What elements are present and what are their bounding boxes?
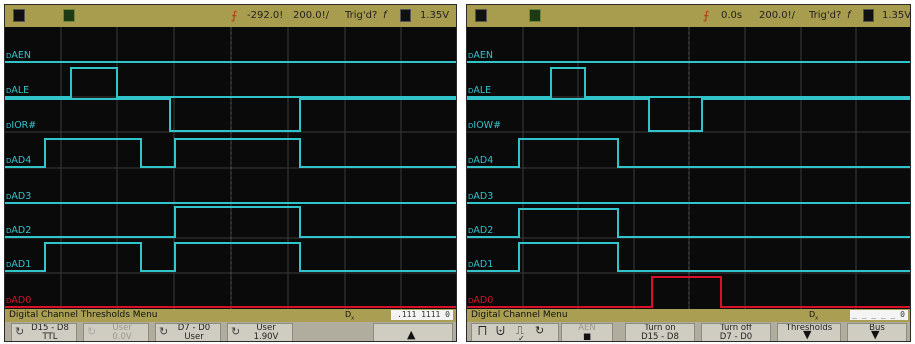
channel2-indicator[interactable] [63,9,75,22]
channel-label-ad3: AD3 [473,191,493,202]
turn-on-d15-d8-softkey[interactable]: Turn on D15 - D8 [625,323,695,341]
cycle-icon: ↻ [159,325,169,338]
thresholds-softkey[interactable]: Thresholds ▼ [777,323,841,341]
menu-title: Digital Channel Thresholds Menu [9,310,158,320]
down-arrow-icon: ▼ [803,328,812,341]
svg-text:DAD2: DAD2 [468,225,493,236]
trigger-slope-icon: f [383,10,387,21]
svg-text:DIOR#: DIOR# [6,120,36,131]
time-offset: -292.0! [247,10,284,21]
menu-bar: Digital Channel Menu Dx _ _ _ _ _ 0 [467,309,910,322]
trigger-status: Trig'd? [809,10,842,21]
timebase: 200.0!/ [293,10,330,21]
menu-bar: Digital Channel Thresholds Menu Dx .111 … [5,309,456,322]
svg-text:DALE: DALE [468,85,491,96]
svg-text:DAD2: DAD2 [6,225,31,236]
trigger-position-icon: ⨍ [231,9,238,22]
svg-text:DALE: DALE [6,85,29,96]
svg-text:DAD1: DAD1 [6,259,31,270]
channel2-indicator[interactable] [529,9,541,22]
falling-edge-icon: ⨅ [478,324,487,337]
channel-label-ad0: AD0 [11,295,31,306]
svg-text:DAEN: DAEN [6,50,31,61]
channel-label-ale: ALE [473,85,491,96]
trigger-slope-icon: f [847,10,851,21]
scope-screen-left: ⨍ -292.0! 200.0!/ Trig'd? f 1.35V DAEN D… [4,4,457,342]
channel-label-ad3: AD3 [11,191,31,202]
threshold-d15-d8-softkey[interactable]: ↻ D15 - D8 TTL [11,323,77,341]
rising-edge-icon: ⨄ [496,324,505,337]
svg-text:DAD4: DAD4 [6,155,31,166]
time-offset: 0.0s [721,10,743,21]
channel-label-ad4: AD4 [473,155,493,166]
channel1-indicator[interactable] [13,9,25,22]
channel-label-ad1: AD1 [11,259,31,270]
channel-label-ale: ALE [11,85,29,96]
channel-label-aen: AEN [11,50,31,61]
channel-label-ad2: AD2 [11,225,31,236]
trigger-level: 1.35V [882,10,911,21]
status-bar: ⨍ 0.0s 200.0!/ Trig'd? f 1.35V [467,5,910,27]
up-arrow-icon: ▲ [407,328,416,341]
status-bar: ⨍ -292.0! 200.0!/ Trig'd? f 1.35V [5,5,456,27]
scope-screen-right: ⨍ 0.0s 200.0!/ Trig'd? f 1.35V DAEN DALE… [466,4,911,342]
svg-text:DAD4: DAD4 [468,155,493,166]
trigger-source-indicator [400,9,411,22]
svg-text:DAD3: DAD3 [468,191,493,202]
back-softkey[interactable]: ▲ [373,323,453,341]
waveform-display: DAEN DALE DIOR# DAD4 DAD3 DAD2 DAD1 DAD0 [5,27,456,309]
turn-off-d7-d0-softkey[interactable]: Turn off D7 - D0 [701,323,771,341]
svg-text:DAD3: DAD3 [6,191,31,202]
channel-label-ad2: AD2 [473,225,493,236]
trigger-source-indicator [863,9,874,22]
cycle-icon: ↻ [15,325,25,338]
channel-label-ad0: AD0 [473,295,493,306]
threshold-d7-d0-softkey[interactable]: ↻ D7 - D0 User [155,323,221,341]
activity-pattern: .111 1111 0 [391,310,453,320]
channel-label-iow: IOW# [473,120,501,131]
svg-text:DAD1: DAD1 [468,259,493,270]
user-threshold-high-softkey[interactable]: ↻ User 0.0V [83,323,149,341]
activity-pattern: _ _ _ _ _ 0 [850,310,908,320]
checkmark-icon: ✓ [518,334,525,342]
svg-text:DAD0: DAD0 [468,295,493,306]
cycle-icon: ↻ [535,324,545,337]
digital-channel-icon: Dx [345,310,355,322]
softkey-row: ↻ D15 - D8 TTL ↻ User 0.0V ↻ D7 - D0 Use… [5,322,456,341]
svg-text:DAD0: DAD0 [6,295,31,306]
cycle-icon: ↻ [87,325,97,338]
trigger-level: 1.35V [420,10,450,21]
digital-channel-icon: Dx [809,310,819,322]
down-arrow-icon: ▼ [871,328,880,341]
svg-text:DAEN: DAEN [468,50,493,61]
channel-label-ad1: AD1 [473,259,493,270]
channel-label-aen: AEN [473,50,493,61]
user-threshold-low-softkey[interactable]: ↻ User 1.90V [227,323,293,341]
bus-softkey[interactable]: Bus ▼ [847,323,907,341]
trigger-position-icon: ⨍ [703,9,710,22]
svg-text:DIOW#: DIOW# [468,120,501,131]
timebase: 200.0!/ [759,10,796,21]
waveform-display: DAEN DALE DIOW# DAD4 DAD3 DAD2 DAD1 DAD0 [467,27,910,309]
softkey-row: ⨅ ⨄ ⎍ ✓ ↻ AEN ■ Turn on D15 - D8 Turn of… [467,322,910,342]
channel-label-ior: IOR# [11,120,36,131]
channel-select-softkey[interactable]: AEN ■ [561,323,613,341]
trigger-status: Trig'd? [345,10,378,21]
channel-edge-softkey[interactable]: ⨅ ⨄ ⎍ ✓ ↻ [471,323,559,342]
cycle-icon: ↻ [231,325,241,338]
channel-label-ad4: AD4 [11,155,31,166]
menu-title: Digital Channel Menu [471,310,568,320]
channel1-indicator[interactable] [475,9,487,22]
